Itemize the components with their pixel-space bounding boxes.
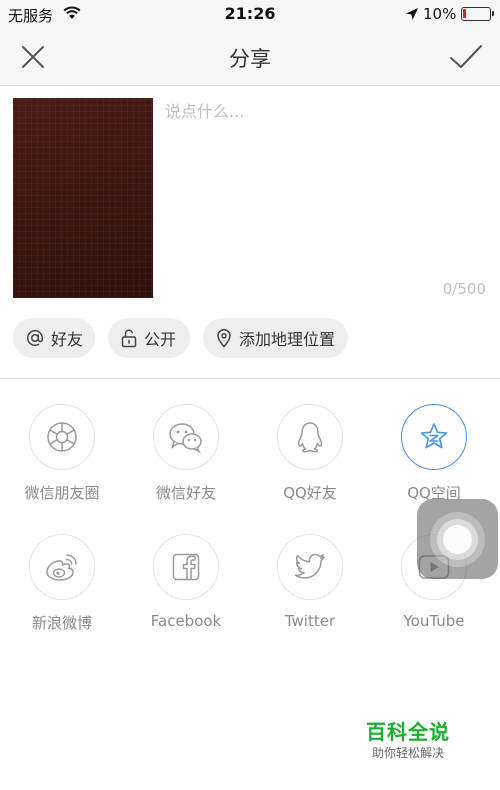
share-label: YouTube bbox=[403, 612, 465, 630]
share-wechat-moments[interactable]: 微信朋友圈 bbox=[0, 404, 124, 503]
share-label: 新浪微博 bbox=[31, 614, 92, 632]
share-label: Facebook bbox=[150, 612, 222, 630]
photo-thumbnail[interactable] bbox=[13, 98, 153, 298]
share-text-input[interactable] bbox=[165, 98, 487, 268]
share-weibo[interactable]: 新浪微博 bbox=[0, 534, 124, 633]
twitter-icon bbox=[277, 534, 343, 600]
watermark-subtitle: 助你轻松解决 bbox=[372, 746, 445, 760]
facebook-icon bbox=[153, 534, 219, 600]
share-wechat-friend[interactable]: 微信好友 bbox=[124, 404, 248, 503]
nav-bar: 分享 bbox=[0, 28, 500, 86]
page-title: 分享 bbox=[229, 47, 271, 71]
share-label: QQ好友 bbox=[283, 484, 337, 502]
assistive-touch-dot bbox=[443, 525, 472, 554]
visibility-chip[interactable]: 公开 bbox=[108, 318, 190, 358]
chip-label: 好友 bbox=[51, 330, 84, 349]
share-qzone[interactable]: QQ空间 bbox=[372, 404, 496, 503]
share-qq-friend[interactable]: QQ好友 bbox=[248, 404, 372, 503]
status-bar: 无服务 21:26 10% bbox=[0, 0, 500, 28]
location-arrow-icon bbox=[406, 8, 418, 20]
checkmark-icon[interactable] bbox=[448, 42, 484, 72]
battery-percent: 10% bbox=[423, 5, 457, 23]
assistive-touch-button[interactable] bbox=[417, 499, 498, 579]
qzone-icon bbox=[401, 404, 467, 470]
share-facebook[interactable]: Facebook bbox=[124, 534, 248, 630]
add-location-chip[interactable]: 添加地理位置 bbox=[203, 318, 348, 358]
weibo-icon bbox=[29, 534, 95, 600]
share-label: Twitter bbox=[284, 612, 336, 630]
location-pin-icon bbox=[217, 328, 231, 348]
wechat-moments-icon bbox=[29, 404, 95, 470]
chip-label: 添加地理位置 bbox=[239, 330, 336, 349]
at-icon bbox=[26, 329, 44, 346]
divider bbox=[0, 378, 500, 379]
character-counter: 0/500 bbox=[442, 280, 486, 298]
qq-icon bbox=[277, 404, 343, 470]
share-label: 微信朋友圈 bbox=[24, 484, 100, 502]
unlock-icon bbox=[121, 329, 137, 348]
chip-label: 公开 bbox=[144, 330, 177, 349]
watermark-title: 百科全说 bbox=[366, 720, 450, 744]
share-twitter[interactable]: Twitter bbox=[248, 534, 372, 630]
battery-level bbox=[463, 9, 466, 18]
share-label: 微信好友 bbox=[155, 484, 216, 502]
wechat-icon bbox=[153, 404, 219, 470]
battery-icon bbox=[461, 7, 494, 21]
mention-friends-chip[interactable]: 好友 bbox=[13, 318, 95, 358]
